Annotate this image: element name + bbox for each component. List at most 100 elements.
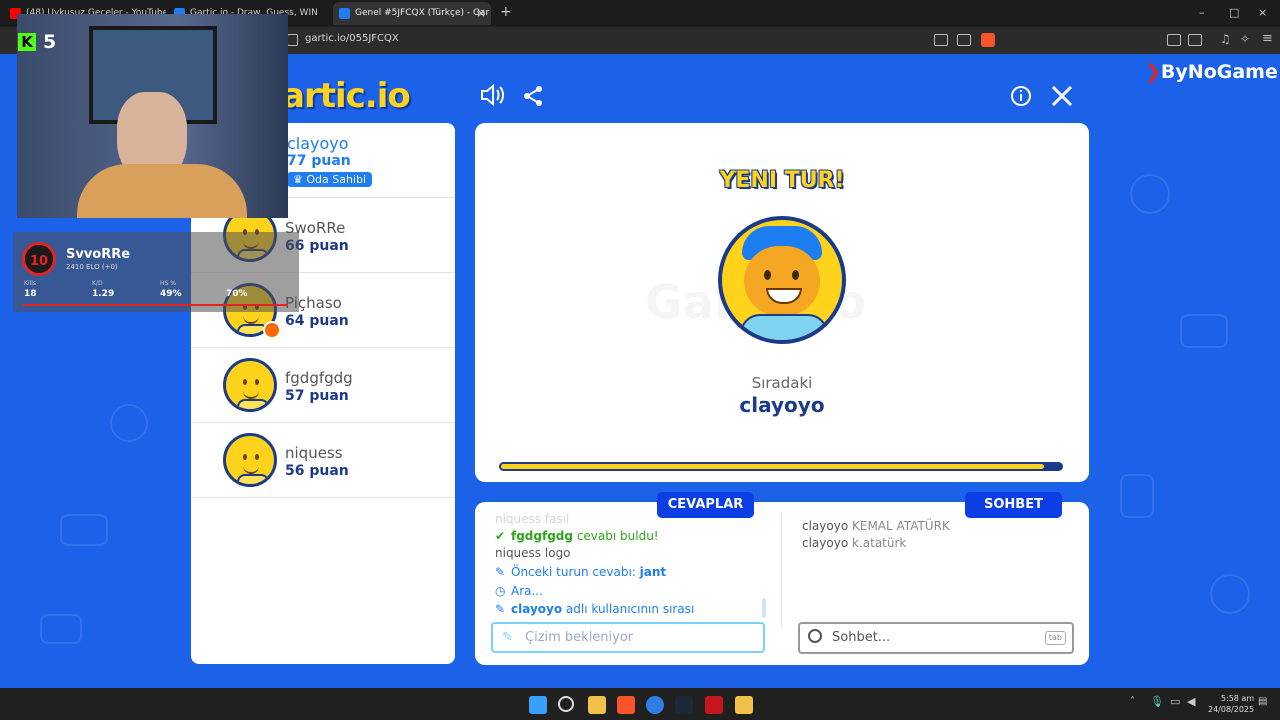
tab-gartic-room[interactable]: Genel #5JFCQX (Türkçe) - Gar [333, 2, 491, 25]
panel-divider [781, 512, 782, 627]
stat-label: Kills [24, 280, 37, 287]
check-icon: ✔ [495, 529, 506, 543]
faceit-level-badge: 10 [22, 242, 56, 276]
answer-line: ✎ Önceki turun cevabı: jant [495, 565, 666, 579]
stat-value: 70% [226, 289, 248, 299]
answer-text: cevabı buldu! [576, 529, 659, 543]
search-icon[interactable] [558, 696, 574, 712]
menu-icon[interactable]: ≡ [1262, 31, 1273, 46]
sponsor-logo: ❯ByNoGame [1145, 61, 1278, 83]
site-info-icon[interactable] [287, 34, 298, 46]
extensions-icon[interactable] [1167, 34, 1181, 46]
answer-line: ✎ clayoyo adlı kullanıcının sırası [495, 602, 694, 616]
answer-input[interactable]: ✎ Çizim bekleniyor [491, 622, 765, 653]
pencil-icon: ✎ [502, 630, 513, 645]
next-label: Sıradaki [751, 374, 813, 392]
pencil-icon: ✎ [495, 565, 506, 579]
app-icon[interactable] [705, 696, 723, 714]
new-round-title: YENI TUR! [719, 168, 845, 193]
answer-text: logo [544, 546, 571, 560]
file-explorer-icon[interactable] [588, 696, 606, 714]
answer-line: niquess fasıl [495, 512, 569, 526]
microphone-icon[interactable]: 🎙 [1150, 695, 1164, 708]
share-page-icon[interactable] [957, 34, 971, 46]
answer-text: Önceki turun cevabı: [511, 565, 636, 579]
share-icon[interactable] [521, 84, 545, 114]
tray-chevron-icon[interactable]: ˄ [1130, 696, 1135, 707]
next-player-avatar [718, 216, 846, 344]
player-points: 64 puan [285, 313, 349, 329]
minimize-button[interactable]: – [1199, 6, 1205, 19]
window-close-button[interactable]: × [1258, 6, 1267, 19]
badge-label: Oda Sahibi [306, 173, 367, 186]
tab-label: Genel #5JFCQX (Türkçe) - Gar [355, 8, 490, 18]
faceit-elo: 2410 ELO (+0) [66, 263, 118, 271]
app-icon[interactable] [735, 696, 753, 714]
chat-text: KEMAL ATATÜRK [852, 519, 950, 533]
chat-line: clayoyo KEMAL ATATÜRK [802, 519, 950, 533]
answers-button[interactable]: CEVAPLAR [657, 492, 754, 518]
sidebar-icon[interactable] [1188, 34, 1202, 46]
tab-close-icon[interactable]: × [476, 6, 486, 20]
player-avatar [223, 433, 277, 487]
next-player-name: clayoyo [739, 393, 825, 417]
bynogame-icon: ❯ [1145, 61, 1161, 83]
clock-date: 24/08/2025 [1208, 705, 1255, 714]
url-field[interactable]: gartic.io/055JFCQX [305, 33, 399, 44]
chat-text: k.atatürk [852, 536, 907, 550]
speaker-icon[interactable] [479, 83, 505, 113]
maximize-button[interactable]: □ [1229, 6, 1239, 19]
chat-user: clayoyo [802, 519, 849, 533]
faceit-overlay: 10 SvvoRRe 2410 ELO (+0) Kills 18 K/D 1.… [13, 232, 299, 312]
brave-shield-icon[interactable] [981, 33, 995, 47]
player-row[interactable]: fgdgfgdg 57 puan [191, 348, 455, 423]
stat-label: HS % [160, 280, 176, 287]
info-icon[interactable] [1010, 85, 1032, 111]
answer-user: fgdgfgdg [511, 529, 573, 543]
faceit-name: SvvoRRe [66, 247, 131, 262]
crown-icon: ♛ [293, 173, 307, 186]
player-points: 77 puan [287, 153, 351, 169]
round-progress-fill [501, 464, 1045, 469]
chat-line: clayoyo k.atatürk [802, 536, 906, 550]
brave-icon[interactable] [617, 696, 635, 714]
answers-scrollbar[interactable] [762, 598, 766, 618]
pencil-icon: ✎ [495, 602, 506, 616]
player-name: niquess [285, 444, 343, 462]
answer-input-placeholder: Çizim bekleniyor [525, 630, 634, 645]
cast-icon[interactable] [934, 34, 948, 46]
chat-button[interactable]: SOHBET [965, 492, 1062, 518]
start-icon[interactable] [529, 696, 547, 714]
player-name: clayoyo [287, 134, 349, 153]
player-name: fgdgfgdg [285, 369, 353, 387]
player-avatar [223, 358, 277, 412]
stat-value: 49% [160, 289, 182, 299]
gartic-favicon-icon [339, 8, 350, 19]
answer-user: niquess [495, 512, 542, 526]
close-icon[interactable] [1050, 84, 1074, 112]
steam-icon[interactable] [675, 696, 693, 714]
stat-value: 1.29 [92, 289, 115, 299]
leo-ai-icon[interactable]: ✧ [1240, 32, 1250, 46]
answer-text: Ara... [511, 584, 543, 598]
gartic-logo: artic.io [282, 76, 411, 116]
answer-user: niquess [495, 546, 542, 560]
sponsor-name: ByNoGame [1160, 61, 1278, 83]
app-icon[interactable] [646, 696, 664, 714]
answer-line: ◷ Ara... [495, 584, 543, 598]
notifications-icon[interactable]: ▤ [1258, 696, 1267, 707]
media-icon[interactable]: ♫ [1220, 32, 1231, 46]
chat-bubble-icon [808, 629, 822, 643]
network-icon[interactable]: ▭ [1170, 695, 1180, 708]
tab-hint: tab [1044, 631, 1066, 645]
chat-input-placeholder: Sohbet... [832, 630, 891, 645]
clock-icon: ◷ [495, 584, 506, 598]
volume-icon[interactable]: ◀ [1187, 695, 1195, 708]
player-points: 57 puan [285, 388, 349, 404]
player-row[interactable]: niquess 56 puan [191, 423, 455, 498]
answer-text: fasıl [544, 512, 570, 526]
system-clock[interactable]: 5:58 am 24/08/2025 [1208, 693, 1254, 715]
chat-input[interactable]: Sohbet... tab [798, 622, 1074, 654]
answer-line: niquess logo [495, 546, 571, 560]
new-tab-button[interactable]: + [500, 4, 512, 20]
